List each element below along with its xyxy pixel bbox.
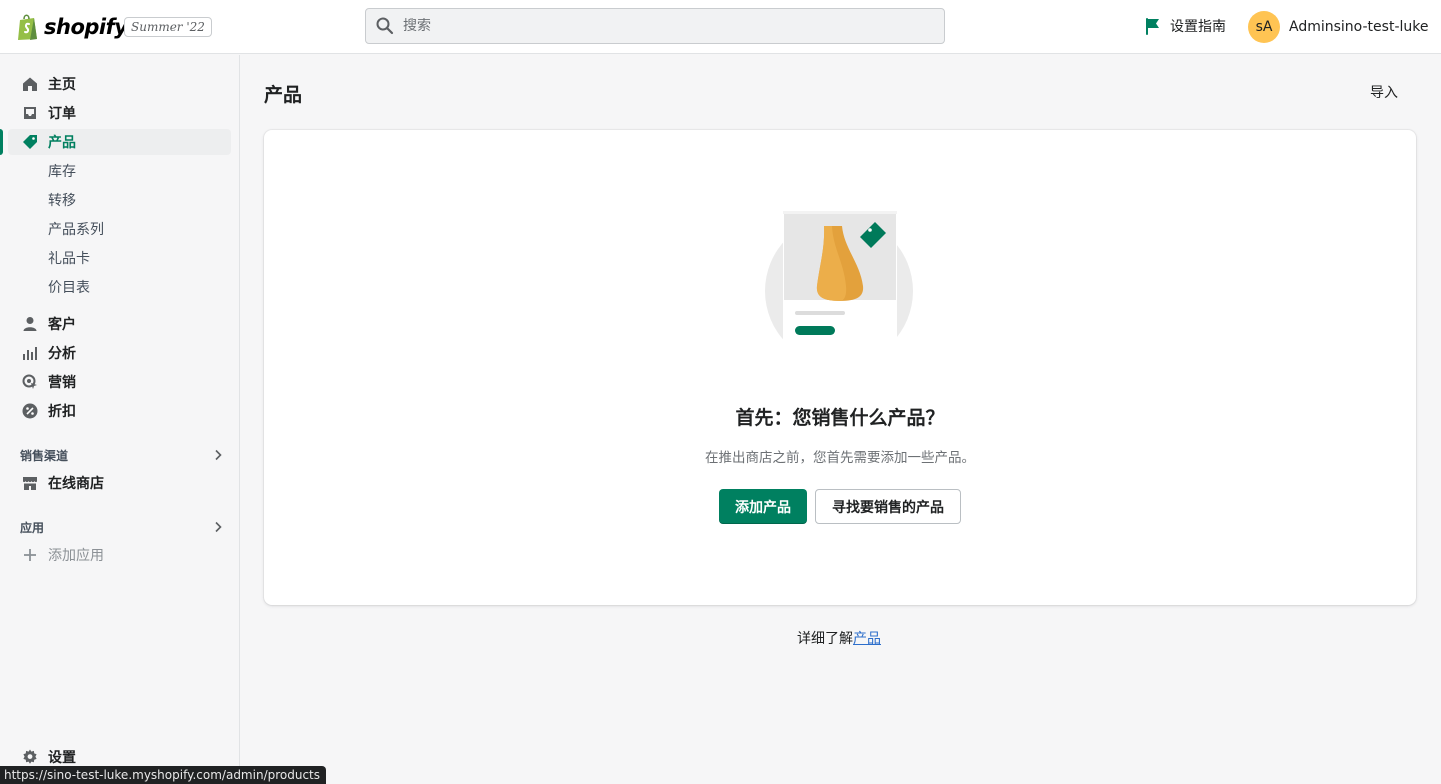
account-menu[interactable]: sA Adminsino-test-luke xyxy=(1248,10,1428,44)
sidebar-item-orders[interactable]: 订单 xyxy=(8,100,231,126)
sidebar-subitem-price-lists[interactable]: 价目表 xyxy=(8,274,231,300)
empty-products-illustration xyxy=(765,211,913,346)
empty-state-subtext: 在推出商店之前，您首先需要添加一些产品。 xyxy=(705,450,975,466)
discount-icon xyxy=(22,403,38,419)
learn-more-prefix: 详细了解 xyxy=(797,631,853,647)
empty-state-card: 首先：您销售什么产品？ 在推出商店之前，您首先需要添加一些产品。 添加产品 寻找… xyxy=(264,130,1416,605)
sidebar-item-products[interactable]: 产品 xyxy=(8,129,231,155)
sidebar-subitem-label: 转移 xyxy=(48,193,76,209)
import-button[interactable]: 导入 xyxy=(1370,80,1398,104)
chevron-right-icon xyxy=(215,521,222,533)
flag-icon xyxy=(1146,18,1159,35)
status-bar-url: https://sino-test-luke.myshopify.com/adm… xyxy=(0,766,327,784)
sidebar-item-label: 添加应用 xyxy=(48,548,104,564)
account-name: Adminsino-test-luke xyxy=(1289,19,1429,35)
learn-more-footer: 详细了解产品 xyxy=(0,628,1441,648)
sales-channels-heading[interactable]: 销售渠道 xyxy=(20,445,224,465)
sidebar-subitem-gift-cards[interactable]: 礼品卡 xyxy=(8,245,231,271)
gear-icon xyxy=(23,749,37,764)
sidebar-subitem-transfers[interactable]: 转移 xyxy=(8,187,231,213)
find-products-button[interactable]: 寻找要销售的产品 xyxy=(815,489,961,524)
sidebar-item-label: 在线商店 xyxy=(48,476,104,492)
search-bar[interactable] xyxy=(365,8,945,44)
sidebar-item-marketing[interactable]: 营销 xyxy=(8,369,231,395)
shopify-logo[interactable]: shopify xyxy=(16,12,128,42)
search-icon xyxy=(376,17,394,35)
sidebar-item-label: 主页 xyxy=(48,77,76,93)
shopify-bag-icon xyxy=(18,14,37,40)
tag-icon xyxy=(23,135,37,149)
sidebar-item-analytics[interactable]: 分析 xyxy=(8,340,231,366)
page-title: 产品 xyxy=(264,84,303,106)
learn-more-products-link[interactable]: 产品 xyxy=(853,631,881,647)
sidebar-subitem-inventory[interactable]: 库存 xyxy=(8,158,231,184)
search-input[interactable] xyxy=(403,18,903,34)
apps-label: 应用 xyxy=(20,520,45,535)
add-product-button[interactable]: 添加产品 xyxy=(719,489,807,524)
top-bar: shopify Summer '22 设置指南 sA Adminsino-tes… xyxy=(0,0,1441,54)
apps-heading[interactable]: 应用 xyxy=(20,517,224,537)
sidebar-item-label: 分析 xyxy=(48,346,76,362)
sidebar-item-add-app[interactable]: 添加应用 xyxy=(8,542,231,568)
orders-icon xyxy=(24,107,36,119)
sales-channels-label: 销售渠道 xyxy=(20,448,69,463)
sidebar-item-label: 折扣 xyxy=(48,404,76,420)
sidebar-subitem-label: 库存 xyxy=(48,164,76,180)
sidebar: 主页 订单 产品 库存 转移 产品系列 礼品卡 价目表 客户 分析 营销 折扣 … xyxy=(0,55,240,784)
sidebar-item-online-store[interactable]: 在线商店 xyxy=(8,470,231,496)
brand-wordmark: shopify xyxy=(44,15,128,39)
sidebar-subitem-label: 价目表 xyxy=(48,280,90,296)
avatar: sA xyxy=(1248,11,1280,43)
analytics-icon xyxy=(23,347,37,360)
edition-badge: Summer '22 xyxy=(124,17,212,37)
active-indicator xyxy=(0,129,3,155)
store-icon xyxy=(23,477,37,490)
setup-guide-label: 设置指南 xyxy=(1170,19,1226,35)
sidebar-item-label: 客户 xyxy=(48,317,76,333)
sidebar-item-customers[interactable]: 客户 xyxy=(8,311,231,337)
chevron-right-icon xyxy=(215,449,222,461)
learn-more-wrap: 详细了解产品 xyxy=(797,628,881,648)
setup-guide-button[interactable]: 设置指南 xyxy=(1144,14,1226,38)
marketing-icon xyxy=(22,374,37,389)
empty-state-heading: 首先：您销售什么产品？ xyxy=(735,407,945,429)
sidebar-item-home[interactable]: 主页 xyxy=(8,71,231,97)
sidebar-item-label: 订单 xyxy=(48,106,76,122)
sidebar-item-label: 营销 xyxy=(48,375,76,391)
home-icon xyxy=(23,77,37,91)
sidebar-item-label: 设置 xyxy=(48,750,76,766)
sidebar-subitem-label: 产品系列 xyxy=(48,222,104,238)
sidebar-item-discounts[interactable]: 折扣 xyxy=(8,398,231,424)
sidebar-item-label: 产品 xyxy=(48,135,76,151)
plus-icon xyxy=(24,549,36,561)
sidebar-subitem-collections[interactable]: 产品系列 xyxy=(8,216,231,242)
customer-icon xyxy=(23,317,37,331)
sidebar-subitem-label: 礼品卡 xyxy=(48,251,90,267)
